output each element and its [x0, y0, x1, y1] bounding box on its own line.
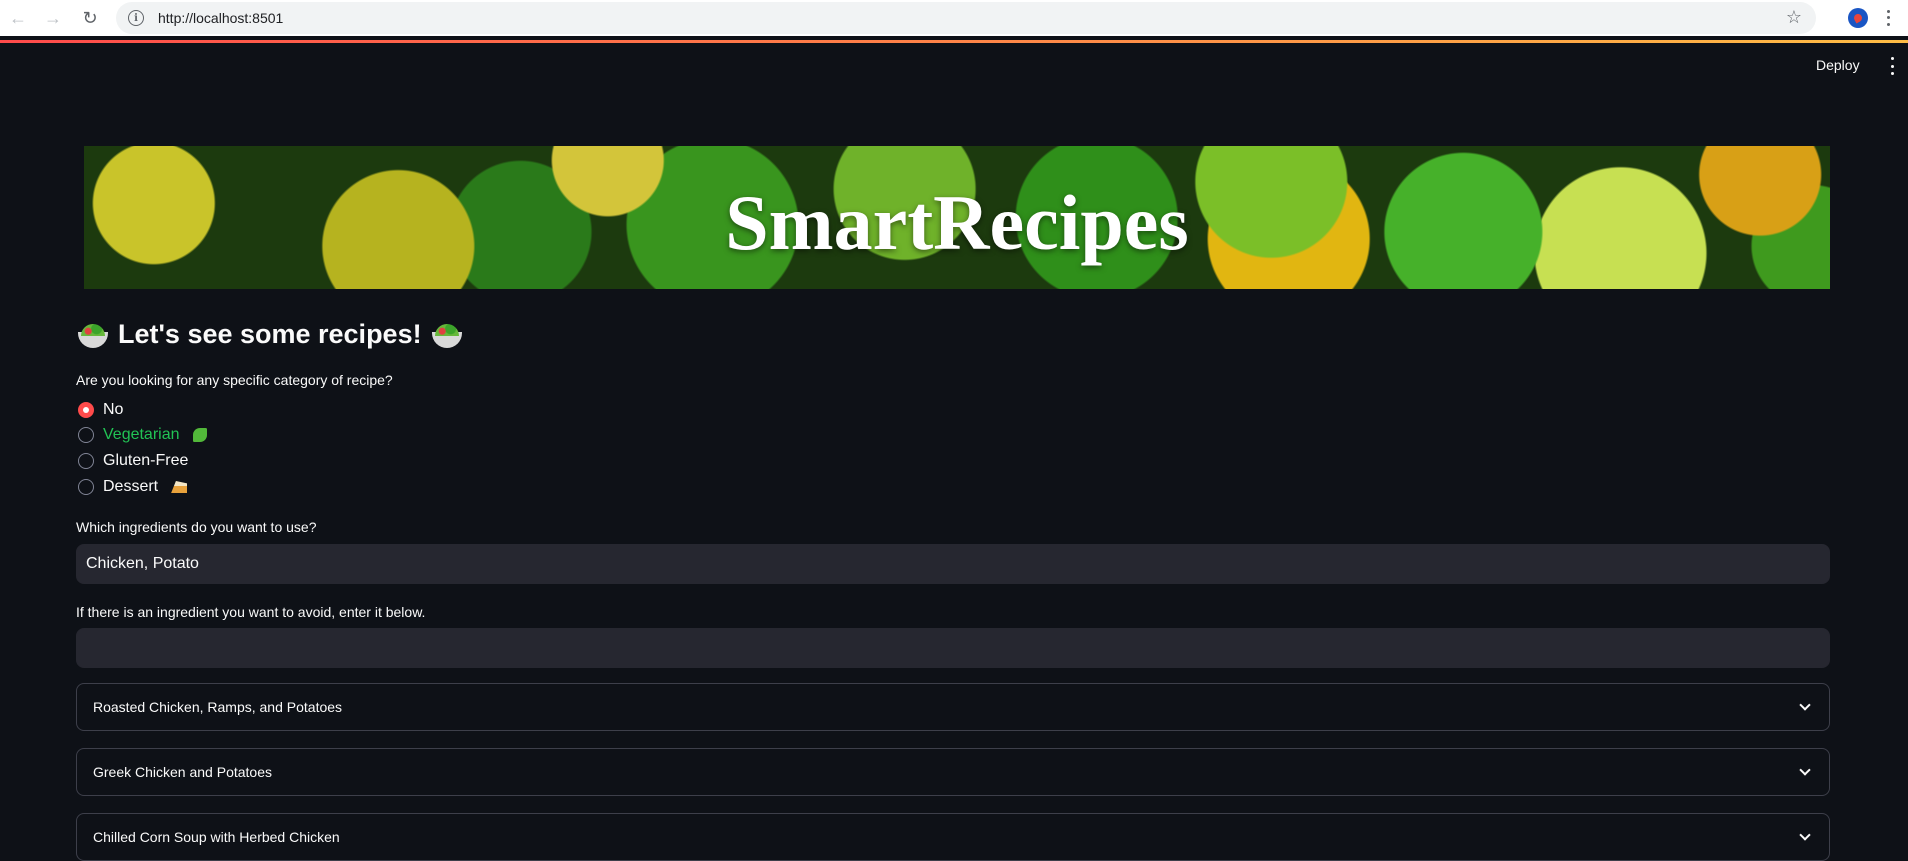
radio-unselected-icon[interactable] [78, 453, 94, 469]
radio-unselected-icon[interactable] [78, 427, 94, 443]
radio-unselected-icon[interactable] [78, 479, 94, 495]
radio-option-dessert[interactable]: Dessert [78, 478, 188, 496]
chevron-down-icon[interactable] [1799, 829, 1811, 841]
back-arrow-icon[interactable]: ← [6, 6, 30, 30]
salad-icon [431, 322, 462, 348]
deploy-button[interactable]: Deploy [1816, 57, 1860, 73]
app-main: Deploy SmartRecipes Let's see some recip… [0, 43, 1908, 861]
profile-avatar-icon[interactable] [1848, 8, 1868, 28]
banner-title: SmartRecipes [725, 178, 1189, 266]
cake-icon [171, 481, 188, 493]
chevron-down-icon[interactable] [1799, 699, 1811, 711]
recipe-title: Roasted Chicken, Ramps, and Potatoes [93, 699, 343, 715]
page-heading: Let's see some recipes! [78, 319, 462, 350]
heading-text: Let's see some recipes! [118, 319, 422, 349]
radio-label: No [103, 401, 124, 418]
browser-toolbar: ← → ↻ i http://localhost:8501 ☆ [0, 0, 1908, 36]
ingredients-input[interactable]: Chicken, Potato [76, 544, 1830, 584]
browser-menu-icon[interactable] [1880, 8, 1896, 28]
app-menu-icon[interactable] [1888, 57, 1896, 75]
avoid-input[interactable] [76, 628, 1830, 668]
url-text[interactable]: http://localhost:8501 [158, 10, 283, 26]
ingredients-label: Which ingredients do you want to use? [76, 519, 317, 535]
radio-option-gluten-free[interactable]: Gluten-Free [78, 452, 188, 470]
leaf-icon [192, 428, 207, 442]
radio-option-vegetarian[interactable]: Vegetarian [78, 426, 207, 444]
bookmark-star-icon[interactable]: ☆ [1786, 7, 1802, 28]
site-info-icon[interactable]: i [128, 10, 144, 26]
reload-icon[interactable]: ↻ [78, 6, 102, 30]
recipe-expander[interactable]: Greek Chicken and Potatoes [76, 748, 1830, 796]
salad-icon [78, 322, 108, 348]
address-bar[interactable]: i http://localhost:8501 ☆ [116, 2, 1816, 34]
radio-selected-icon[interactable] [78, 402, 94, 418]
forward-arrow-icon[interactable]: → [41, 6, 65, 30]
recipe-title: Greek Chicken and Potatoes [93, 764, 272, 780]
radio-label: Vegetarian [103, 426, 180, 443]
radio-option-no[interactable]: No [78, 401, 123, 419]
radio-label: Gluten-Free [103, 452, 189, 469]
recipe-expander[interactable]: Chilled Corn Soup with Herbed Chicken [76, 813, 1830, 861]
avoid-label: If there is an ingredient you want to av… [76, 604, 426, 620]
chevron-down-icon[interactable] [1799, 764, 1811, 776]
recipe-title: Chilled Corn Soup with Herbed Chicken [93, 829, 340, 845]
recipe-expander[interactable]: Roasted Chicken, Ramps, and Potatoes [76, 683, 1830, 731]
radio-label: Dessert [103, 478, 159, 495]
category-label: Are you looking for any specific categor… [76, 372, 393, 388]
banner-image: SmartRecipes [84, 146, 1830, 289]
